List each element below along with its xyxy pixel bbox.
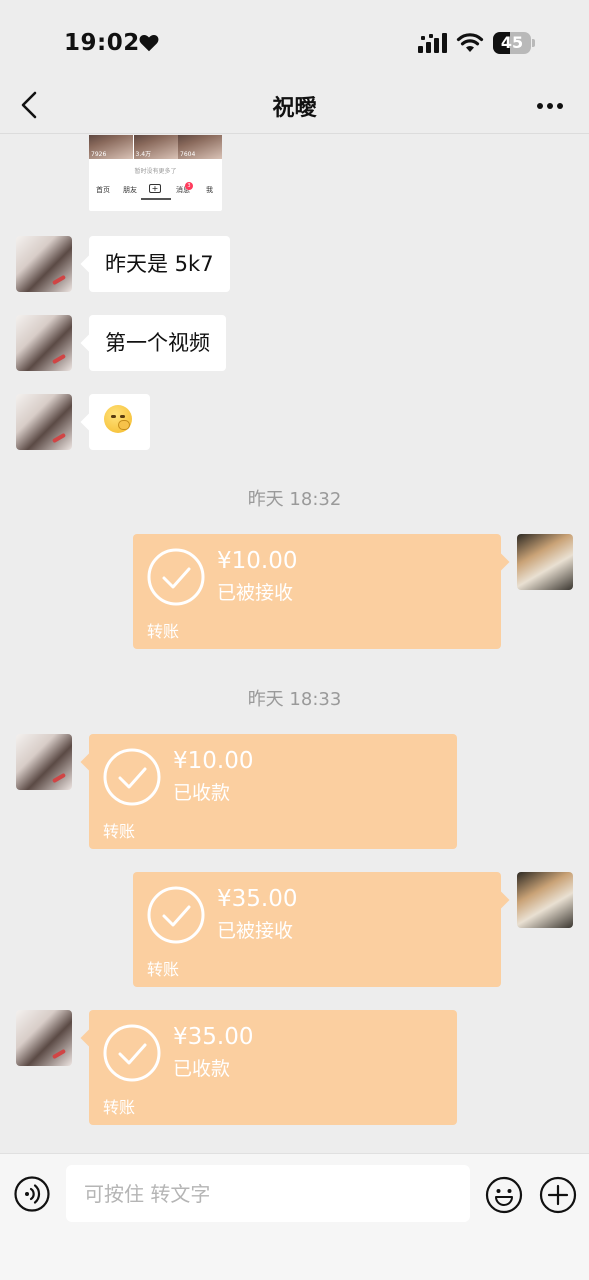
contact-avatar[interactable] — [16, 394, 72, 450]
transfer-card[interactable]: ¥35.00 已收款 转账 — [89, 1010, 457, 1125]
transfer-amount: ¥10.00 — [173, 748, 254, 774]
preview-thumb: 7604 — [178, 135, 222, 159]
transfer-label: 转账 — [103, 822, 136, 841]
preview-badge: 3 — [185, 182, 193, 190]
voice-input-icon[interactable] — [14, 1176, 50, 1212]
check-circle-icon — [103, 1024, 161, 1082]
emoji-icon[interactable] — [485, 1176, 523, 1214]
preview-caption: 暂时没有更多了 — [134, 168, 177, 175]
chat-header: 祝曖 — [0, 76, 589, 134]
text-message[interactable]: 第一个视频 — [89, 315, 226, 371]
thinking-face-icon — [104, 405, 132, 433]
preview-thumb: 3.4万 — [133, 135, 178, 159]
transfer-amount: ¥35.00 — [173, 1024, 254, 1050]
transfer-status: 已收款 — [173, 782, 231, 804]
status-time: 19:02 — [64, 30, 140, 56]
contact-avatar[interactable] — [16, 315, 72, 371]
message-list[interactable]: 7926 3.4万 7604 暂时没有更多了 首页 朋友 + 消息 3 我 昨天… — [0, 135, 589, 1153]
transfer-label: 转账 — [103, 1098, 136, 1117]
more-options-icon[interactable] — [536, 102, 564, 110]
contact-avatar[interactable] — [16, 236, 72, 292]
contact-avatar[interactable] — [16, 734, 72, 790]
check-circle-icon — [147, 548, 205, 606]
transfer-card[interactable]: ¥10.00 已被接收 转账 — [133, 534, 501, 649]
wifi-icon — [456, 33, 484, 52]
input-bar — [0, 1153, 589, 1280]
contact-avatar[interactable] — [16, 1010, 72, 1066]
chat-title: 祝曖 — [272, 96, 317, 121]
my-avatar[interactable] — [517, 872, 573, 928]
transfer-amount: ¥35.00 — [217, 886, 298, 912]
add-more-icon[interactable] — [539, 1176, 577, 1214]
message-input[interactable] — [66, 1165, 470, 1222]
my-avatar[interactable] — [517, 534, 573, 590]
heart-icon — [139, 34, 159, 52]
shared-image-message[interactable]: 7926 3.4万 7604 暂时没有更多了 首页 朋友 + 消息 3 我 — [89, 135, 222, 211]
check-circle-icon — [103, 748, 161, 806]
transfer-amount: ¥10.00 — [217, 548, 298, 574]
transfer-card[interactable]: ¥10.00 已收款 转账 — [89, 734, 457, 849]
preview-tabbar: 首页 朋友 + 消息 3 我 — [96, 182, 213, 194]
transfer-card[interactable]: ¥35.00 已被接收 转账 — [133, 872, 501, 987]
text-message[interactable]: 昨天是 5k7 — [89, 236, 230, 292]
message-timestamp: 昨天 18:33 — [247, 689, 342, 710]
transfer-label: 转账 — [147, 622, 180, 641]
transfer-status: 已被接收 — [217, 582, 294, 604]
status-bar: 19:02 45 — [0, 0, 589, 88]
transfer-label: 转账 — [147, 960, 180, 979]
transfer-status: 已收款 — [173, 1058, 231, 1080]
battery-level: 45 — [500, 33, 524, 52]
preview-thumb: 7926 — [89, 135, 133, 159]
preview-add-icon: + — [149, 184, 161, 193]
battery-indicator: 45 — [493, 32, 535, 54]
transfer-status: 已被接收 — [217, 920, 294, 942]
message-timestamp: 昨天 18:32 — [247, 489, 342, 510]
check-circle-icon — [147, 886, 205, 944]
cellular-signal-icon — [418, 33, 447, 53]
